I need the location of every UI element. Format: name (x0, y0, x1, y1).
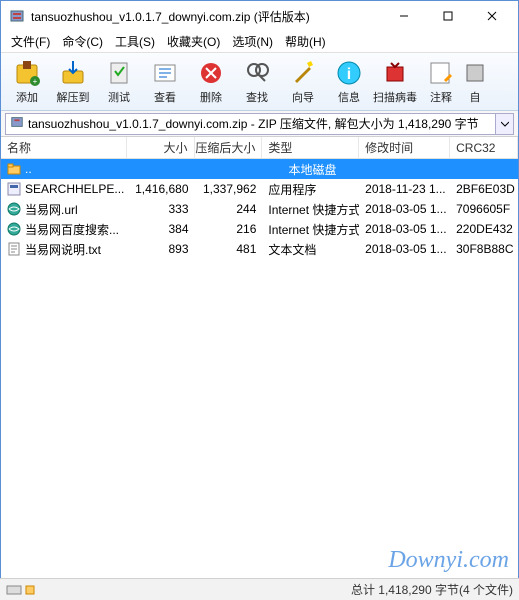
path-input[interactable]: tansuozhushou_v1.0.1.7_downyi.com.zip - … (5, 113, 496, 135)
archive-icon (10, 115, 24, 132)
extract-button[interactable]: 解压到 (51, 56, 95, 108)
file-crc: 220DE432 (450, 222, 518, 236)
test-icon (105, 59, 133, 87)
file-type: Internet 快捷方式 (262, 201, 359, 218)
virus-scan-icon (381, 59, 409, 87)
file-modified: 2018-03-05 1... (359, 222, 450, 236)
window-title: tansuozhushou_v1.0.1.7_downyi.com.zip (评… (31, 8, 382, 25)
virus-button[interactable]: 扫描病毒 (373, 56, 417, 108)
menu-favorites[interactable]: 收藏夹(O) (161, 31, 226, 52)
col-packed[interactable]: 压缩后大小 (195, 137, 263, 158)
maximize-button[interactable] (426, 1, 470, 31)
status-icons (6, 584, 36, 596)
statusbar: 总计 1,418,290 字节(4 个文件) (0, 578, 519, 600)
comment-icon (427, 59, 455, 87)
file-modified: 2018-11-23 1... (359, 182, 450, 196)
view-icon (151, 59, 179, 87)
toolbar: +添加 解压到 测试 查看 删除 查找 向导 i信息 扫描病毒 注释 自 (1, 53, 518, 111)
sfx-button[interactable]: 自 (465, 56, 485, 108)
col-modified[interactable]: 修改时间 (359, 137, 450, 158)
file-row[interactable]: SEARCHHELPE...1,416,6801,337,962应用程序2018… (1, 179, 518, 199)
file-size: 333 (127, 202, 195, 216)
file-icon (7, 222, 21, 236)
file-type: 应用程序 (262, 181, 359, 198)
file-icon (7, 242, 21, 256)
file-crc: 2BF6E03D (450, 182, 518, 196)
file-name: 当易网百度搜索... (25, 221, 119, 238)
file-size: 893 (127, 242, 195, 256)
menu-help[interactable]: 帮助(H) (279, 31, 332, 52)
delete-icon (197, 59, 225, 87)
file-crc: 30F8B88C (450, 242, 518, 256)
col-name[interactable]: 名称 (1, 137, 127, 158)
titlebar: tansuozhushou_v1.0.1.7_downyi.com.zip (评… (1, 1, 518, 31)
archive-add-icon: + (13, 59, 41, 87)
column-headers: 名称 大小 压缩后大小 类型 修改时间 CRC32 (1, 137, 518, 159)
menu-options[interactable]: 选项(N) (226, 31, 279, 52)
pathbar: tansuozhushou_v1.0.1.7_downyi.com.zip - … (1, 111, 518, 137)
comment-button[interactable]: 注释 (419, 56, 463, 108)
menu-commands[interactable]: 命令(C) (56, 31, 109, 52)
close-button[interactable] (470, 1, 514, 31)
file-packed: 481 (195, 242, 263, 256)
file-size: 1,416,680 (127, 182, 195, 196)
find-button[interactable]: 查找 (235, 56, 279, 108)
wizard-icon (289, 59, 317, 87)
menubar: 文件(F) 命令(C) 工具(S) 收藏夹(O) 选项(N) 帮助(H) (1, 31, 518, 53)
updir-row[interactable]: .. 本地磁盘 (1, 159, 518, 179)
file-row[interactable]: 当易网百度搜索... 384216Internet 快捷方式2018-03-05 … (1, 219, 518, 239)
file-name: 当易网.url (25, 201, 78, 218)
file-modified: 2018-03-05 1... (359, 202, 450, 216)
app-icon (9, 8, 25, 24)
file-size: 384 (127, 222, 195, 236)
path-text: tansuozhushou_v1.0.1.7_downyi.com.zip - … (28, 115, 479, 132)
status-summary: 总计 1,418,290 字节(4 个文件) (36, 581, 513, 598)
file-packed: 244 (195, 202, 263, 216)
file-list[interactable]: .. 本地磁盘 SEARCHHELPE...1,416,6801,337,962… (1, 159, 518, 559)
col-size[interactable]: 大小 (127, 137, 195, 158)
path-dropdown[interactable] (496, 113, 514, 135)
info-icon: i (335, 59, 363, 87)
view-button[interactable]: 查看 (143, 56, 187, 108)
file-modified: 2018-03-05 1... (359, 242, 450, 256)
folder-up-icon (7, 162, 21, 176)
file-icon (7, 202, 21, 216)
sfx-icon (465, 59, 485, 87)
menu-tools[interactable]: 工具(S) (109, 31, 161, 52)
file-name: 当易网说明.txt (25, 241, 101, 258)
add-button[interactable]: +添加 (5, 56, 49, 108)
info-button[interactable]: i信息 (327, 56, 371, 108)
file-row[interactable]: 当易网.url 333244Internet 快捷方式2018-03-05 1..… (1, 199, 518, 219)
file-type: Internet 快捷方式 (262, 221, 359, 238)
file-packed: 216 (195, 222, 263, 236)
find-icon (243, 59, 271, 87)
svg-text:+: + (33, 77, 38, 86)
menu-file[interactable]: 文件(F) (5, 31, 56, 52)
file-packed: 1,337,962 (195, 182, 263, 196)
file-name: SEARCHHELPE... (25, 182, 124, 196)
file-type: 文本文档 (262, 241, 359, 258)
file-icon (7, 182, 21, 196)
extract-icon (59, 59, 87, 87)
delete-button[interactable]: 删除 (189, 56, 233, 108)
minimize-button[interactable] (382, 1, 426, 31)
file-row[interactable]: 当易网说明.txt 893481文本文档2018-03-05 1...30F8B8… (1, 239, 518, 259)
svg-text:i: i (347, 66, 351, 83)
col-crc[interactable]: CRC32 (450, 137, 518, 158)
file-crc: 7096605F (450, 202, 518, 216)
col-type[interactable]: 类型 (262, 137, 359, 158)
test-button[interactable]: 测试 (97, 56, 141, 108)
wizard-button[interactable]: 向导 (281, 56, 325, 108)
